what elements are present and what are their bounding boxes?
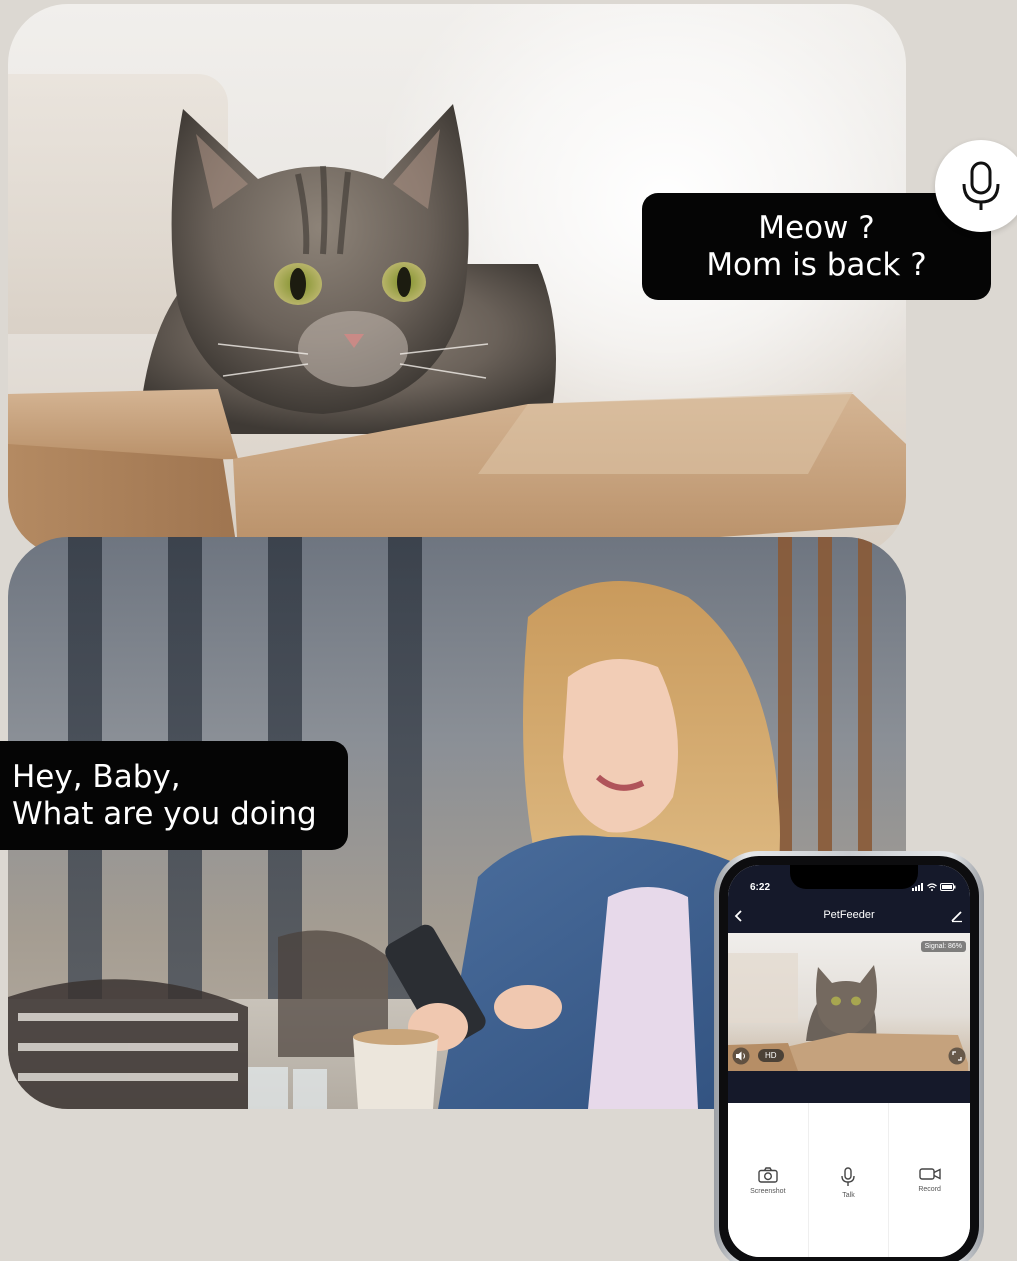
volume-button[interactable] — [732, 1047, 750, 1069]
microphone-icon — [841, 1167, 856, 1186]
owner-speech-line-1: Hey, Baby, — [12, 758, 181, 795]
microphone-badge — [935, 140, 1017, 232]
screenshot-label: Screenshot — [750, 1188, 786, 1195]
fullscreen-icon — [948, 1047, 966, 1065]
phone-bezel: 6:22 PetFeeder Signal: 86% HD Screenshot… — [719, 856, 979, 1261]
app-title: PetFeeder — [823, 909, 875, 921]
cellular-signal-icon — [912, 883, 923, 891]
microphone-icon — [962, 161, 1000, 210]
battery-icon — [940, 883, 956, 891]
record-label: Record — [918, 1186, 941, 1193]
camera-controls: Screenshot Talk Record — [728, 1103, 970, 1257]
status-icons — [912, 883, 956, 891]
phone-screen: 6:22 PetFeeder Signal: 86% HD Screenshot… — [728, 865, 970, 1257]
speaker-icon — [732, 1047, 750, 1065]
video-camera-icon — [918, 1168, 941, 1180]
video-controls: HD — [728, 1047, 970, 1065]
talk-label: Talk — [842, 1192, 855, 1199]
live-video-feed[interactable]: Signal: 86% HD — [728, 933, 970, 1071]
talk-button[interactable]: Talk — [809, 1103, 890, 1257]
phone-mockup: 6:22 PetFeeder Signal: 86% HD Screenshot… — [714, 851, 984, 1261]
screenshot-button[interactable]: Screenshot — [728, 1103, 809, 1257]
fullscreen-button[interactable] — [948, 1047, 966, 1069]
owner-speech-bubble: Hey, Baby, What are you doing — [0, 741, 348, 850]
status-time: 6:22 — [750, 882, 771, 893]
phone-notch — [790, 865, 918, 889]
chevron-left-icon — [734, 910, 742, 922]
pencil-icon — [951, 911, 962, 923]
owner-speech-line-2: What are you doing — [12, 795, 317, 832]
camera-icon — [758, 1167, 778, 1183]
cat-speech-line-1: Meow ? — [758, 209, 875, 246]
quality-toggle[interactable]: HD — [758, 1049, 784, 1062]
record-button[interactable]: Record — [889, 1103, 970, 1257]
cat-speech-bubble: Meow ? Mom is back ? — [642, 193, 991, 300]
edit-button[interactable] — [950, 908, 964, 927]
signal-strength-badge: Signal: 86% — [920, 941, 966, 952]
back-button[interactable] — [734, 908, 744, 927]
wifi-icon — [927, 883, 937, 891]
cat-speech-line-2: Mom is back ? — [706, 246, 927, 283]
app-header: PetFeeder — [728, 903, 970, 927]
